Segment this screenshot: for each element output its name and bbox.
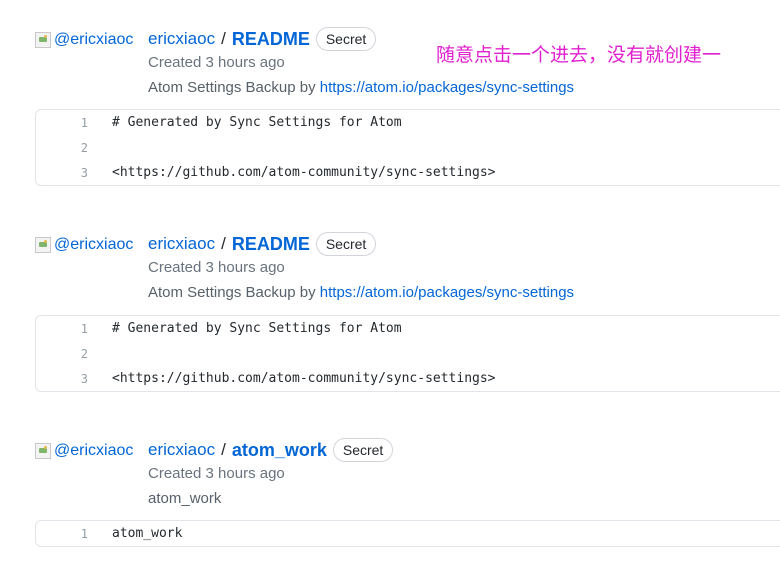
line-code: # Generated by Sync Settings for Atom xyxy=(112,321,402,336)
avatar[interactable]: @ericxiaoc xyxy=(35,31,133,49)
gist-created-time: Created 3 hours ago xyxy=(148,259,285,276)
secret-badge: Secret xyxy=(332,438,394,462)
line-number: 3 xyxy=(80,371,88,386)
line-number: 3 xyxy=(80,165,88,180)
description-link[interactable]: https://atom.io/packages/sync-settings xyxy=(320,284,574,301)
gist-created-time: Created 3 hours ago xyxy=(148,465,285,482)
secret-badge: Secret xyxy=(315,27,377,51)
code-preview[interactable]: 1 # Generated by Sync Settings for Atom … xyxy=(35,315,780,392)
gist-owner-link[interactable]: ericxiaoc xyxy=(148,440,215,460)
code-preview[interactable]: 1 # Generated by Sync Settings for Atom … xyxy=(35,109,780,186)
secret-badge: Secret xyxy=(315,232,377,256)
title-separator: / xyxy=(221,234,226,253)
description-link[interactable]: https://atom.io/packages/sync-settings xyxy=(320,79,574,96)
code-line: 2 xyxy=(36,341,780,366)
description-text: atom_work xyxy=(148,490,222,507)
annotation-note: 随意点击一个进去，没有就创建一 xyxy=(436,44,722,66)
avatar-alt-text: @ericxiaoc xyxy=(54,236,134,253)
gist-name-link[interactable]: README xyxy=(232,234,310,255)
gist-owner-link[interactable]: ericxiaoc xyxy=(148,29,215,49)
code-preview[interactable]: 1 atom_work xyxy=(35,520,780,547)
gist-list-page: 随意点击一个进去，没有就创建一 @ericxiaoc ericxiaoc / R… xyxy=(0,0,780,569)
title-separator: / xyxy=(221,440,226,459)
line-code: atom_work xyxy=(112,526,183,541)
description-text: Atom Settings Backup by xyxy=(148,79,320,96)
code-line: 3 <https://github.com/atom-community/syn… xyxy=(36,366,780,391)
title-separator: / xyxy=(221,29,226,48)
code-line: 2 xyxy=(36,135,780,160)
gist-description: Atom Settings Backup by https://atom.io/… xyxy=(148,79,574,96)
gist-description: Atom Settings Backup by https://atom.io/… xyxy=(148,284,574,301)
gist-title-row: ericxiaoc / README Secret xyxy=(148,27,377,51)
line-number: 1 xyxy=(80,321,88,336)
gist-title-row: ericxiaoc / atom_work Secret xyxy=(148,438,394,462)
avatar[interactable]: @ericxiaoc xyxy=(35,442,133,460)
broken-image-icon xyxy=(35,237,51,253)
code-line: 1 # Generated by Sync Settings for Atom xyxy=(36,110,780,135)
line-code: <https://github.com/atom-community/sync-… xyxy=(112,371,496,386)
gist-name-link[interactable]: atom_work xyxy=(232,440,327,461)
gist-created-time: Created 3 hours ago xyxy=(148,54,285,71)
avatar-alt-text: @ericxiaoc xyxy=(54,442,134,459)
avatar-alt-text: @ericxiaoc xyxy=(54,31,134,48)
code-line: 3 <https://github.com/atom-community/syn… xyxy=(36,160,780,185)
line-number: 1 xyxy=(80,526,88,541)
code-line: 1 atom_work xyxy=(36,521,780,546)
broken-image-icon xyxy=(35,32,51,48)
broken-image-icon xyxy=(35,443,51,459)
gist-title-row: ericxiaoc / README Secret xyxy=(148,232,377,256)
line-number: 2 xyxy=(80,346,88,361)
gist-description: atom_work xyxy=(148,490,221,507)
line-code: <https://github.com/atom-community/sync-… xyxy=(112,165,496,180)
description-text: Atom Settings Backup by xyxy=(148,284,320,301)
line-number: 1 xyxy=(80,115,88,130)
gist-name-link[interactable]: README xyxy=(232,29,310,50)
avatar[interactable]: @ericxiaoc xyxy=(35,236,133,254)
gist-owner-link[interactable]: ericxiaoc xyxy=(148,234,215,254)
code-line: 1 # Generated by Sync Settings for Atom xyxy=(36,316,780,341)
line-number: 2 xyxy=(80,140,88,155)
line-code: # Generated by Sync Settings for Atom xyxy=(112,115,402,130)
